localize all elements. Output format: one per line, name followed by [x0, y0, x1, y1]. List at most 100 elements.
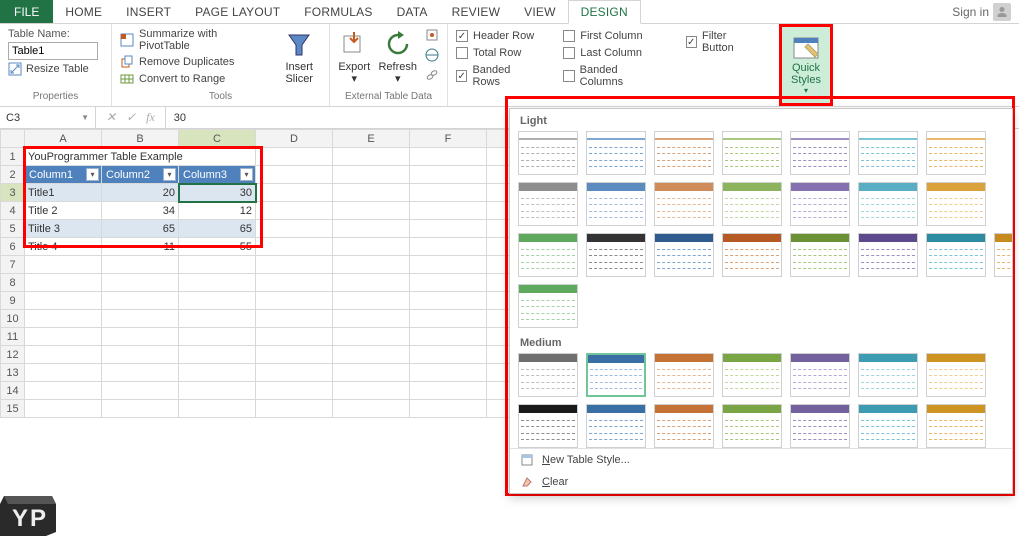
col-header[interactable]: B	[102, 130, 179, 148]
cell[interactable]	[102, 274, 179, 292]
table-style-thumb[interactable]	[654, 233, 714, 277]
table-style-thumb[interactable]	[858, 404, 918, 448]
unlink-icon[interactable]	[425, 68, 439, 82]
cell[interactable]	[410, 364, 487, 382]
col-header[interactable]: A	[25, 130, 102, 148]
cell[interactable]	[102, 364, 179, 382]
cell[interactable]	[102, 346, 179, 364]
table-style-thumb[interactable]	[858, 353, 918, 397]
cell[interactable]	[179, 256, 256, 274]
cell[interactable]: Title1	[25, 184, 102, 202]
tab-design[interactable]: DESIGN	[568, 0, 641, 24]
resize-table-button[interactable]: Resize Table	[8, 62, 98, 76]
table-style-thumb[interactable]	[858, 182, 918, 226]
select-all-corner[interactable]	[1, 130, 25, 148]
fx-icon[interactable]: fx	[146, 110, 155, 125]
tab-formulas[interactable]: FORMULAS	[292, 0, 384, 23]
table-style-thumb[interactable]	[926, 404, 986, 448]
col-header[interactable]: F	[410, 130, 487, 148]
table-style-thumb[interactable]	[722, 404, 782, 448]
table-style-thumb[interactable]	[518, 284, 578, 328]
table-style-thumb[interactable]	[926, 131, 986, 175]
table-style-thumb[interactable]	[790, 353, 850, 397]
filter-dropdown-icon[interactable]: ▾	[240, 168, 253, 181]
cell[interactable]	[333, 202, 410, 220]
cell[interactable]	[25, 382, 102, 400]
cell[interactable]	[25, 328, 102, 346]
cell[interactable]	[410, 346, 487, 364]
cell[interactable]	[102, 400, 179, 418]
row-header[interactable]: 7	[1, 256, 25, 274]
cell[interactable]: 12	[179, 202, 256, 220]
cell[interactable]	[333, 274, 410, 292]
tab-file[interactable]: FILE	[0, 0, 53, 23]
cell[interactable]: Title 4	[25, 238, 102, 256]
quick-styles-button[interactable]: Quick Styles ▾	[782, 27, 830, 103]
table-style-thumb[interactable]	[926, 182, 986, 226]
table-style-thumb[interactable]	[654, 404, 714, 448]
table-style-thumb[interactable]	[586, 131, 646, 175]
new-table-style-button[interactable]: New Table Style...	[510, 449, 1012, 471]
cell[interactable]	[256, 364, 333, 382]
cell[interactable]	[25, 292, 102, 310]
chk-total-row[interactable]: Total Row	[456, 47, 537, 59]
table-style-thumb[interactable]	[790, 182, 850, 226]
remove-duplicates-button[interactable]: Remove Duplicates	[120, 55, 269, 69]
cell[interactable]	[102, 310, 179, 328]
cell[interactable]	[333, 382, 410, 400]
chk-filter-button[interactable]: ✓Filter Button	[686, 30, 758, 54]
cell[interactable]	[333, 256, 410, 274]
table-style-thumb[interactable]	[926, 233, 986, 277]
cell[interactable]: Tiitle 3	[25, 220, 102, 238]
table-style-thumb[interactable]	[858, 233, 918, 277]
cell[interactable]: 34	[102, 202, 179, 220]
row-header[interactable]: 8	[1, 274, 25, 292]
insert-slicer-button[interactable]: Insert Slicer	[277, 28, 321, 85]
tab-pagelayout[interactable]: PAGE LAYOUT	[183, 0, 292, 23]
browser-icon[interactable]	[425, 48, 439, 62]
cell[interactable]	[25, 274, 102, 292]
table-style-thumb[interactable]	[722, 353, 782, 397]
cell[interactable]	[410, 382, 487, 400]
cell[interactable]	[256, 310, 333, 328]
table-style-thumb[interactable]	[518, 353, 578, 397]
cell[interactable]	[333, 220, 410, 238]
cell[interactable]: 55	[179, 238, 256, 256]
cell[interactable]	[179, 274, 256, 292]
row-header[interactable]: 6	[1, 238, 25, 256]
cell[interactable]	[410, 202, 487, 220]
row-header[interactable]: 9	[1, 292, 25, 310]
cell[interactable]	[25, 256, 102, 274]
cell[interactable]: YouProgrammer Table Example	[25, 148, 256, 166]
refresh-button[interactable]: Refresh▾	[378, 28, 417, 85]
cell[interactable]	[410, 166, 487, 184]
row-header[interactable]: 4	[1, 202, 25, 220]
tab-home[interactable]: HOME	[53, 0, 114, 23]
table-style-thumb[interactable]	[586, 182, 646, 226]
cell[interactable]	[333, 238, 410, 256]
row-header[interactable]: 5	[1, 220, 25, 238]
row-header[interactable]: 11	[1, 328, 25, 346]
cell[interactable]	[333, 400, 410, 418]
cell[interactable]	[256, 292, 333, 310]
table-style-thumb[interactable]	[790, 233, 850, 277]
cell[interactable]	[410, 238, 487, 256]
table-style-thumb[interactable]	[586, 353, 646, 397]
chk-banded-rows[interactable]: ✓Banded Rows	[456, 64, 537, 88]
cell[interactable]	[256, 202, 333, 220]
cell[interactable]	[410, 148, 487, 166]
row-header[interactable]: 1	[1, 148, 25, 166]
cell[interactable]	[410, 310, 487, 328]
table-style-thumb[interactable]	[518, 182, 578, 226]
cell[interactable]	[179, 346, 256, 364]
cell[interactable]: 30	[179, 184, 256, 202]
row-header[interactable]: 3	[1, 184, 25, 202]
cell[interactable]	[333, 292, 410, 310]
cell[interactable]: Title 2	[25, 202, 102, 220]
name-box[interactable]: C3▼	[0, 107, 96, 128]
cell[interactable]	[256, 166, 333, 184]
tab-insert[interactable]: INSERT	[114, 0, 183, 23]
cell[interactable]	[179, 328, 256, 346]
cancel-icon[interactable]: ✕	[106, 110, 116, 125]
table-style-thumb[interactable]	[518, 404, 578, 448]
